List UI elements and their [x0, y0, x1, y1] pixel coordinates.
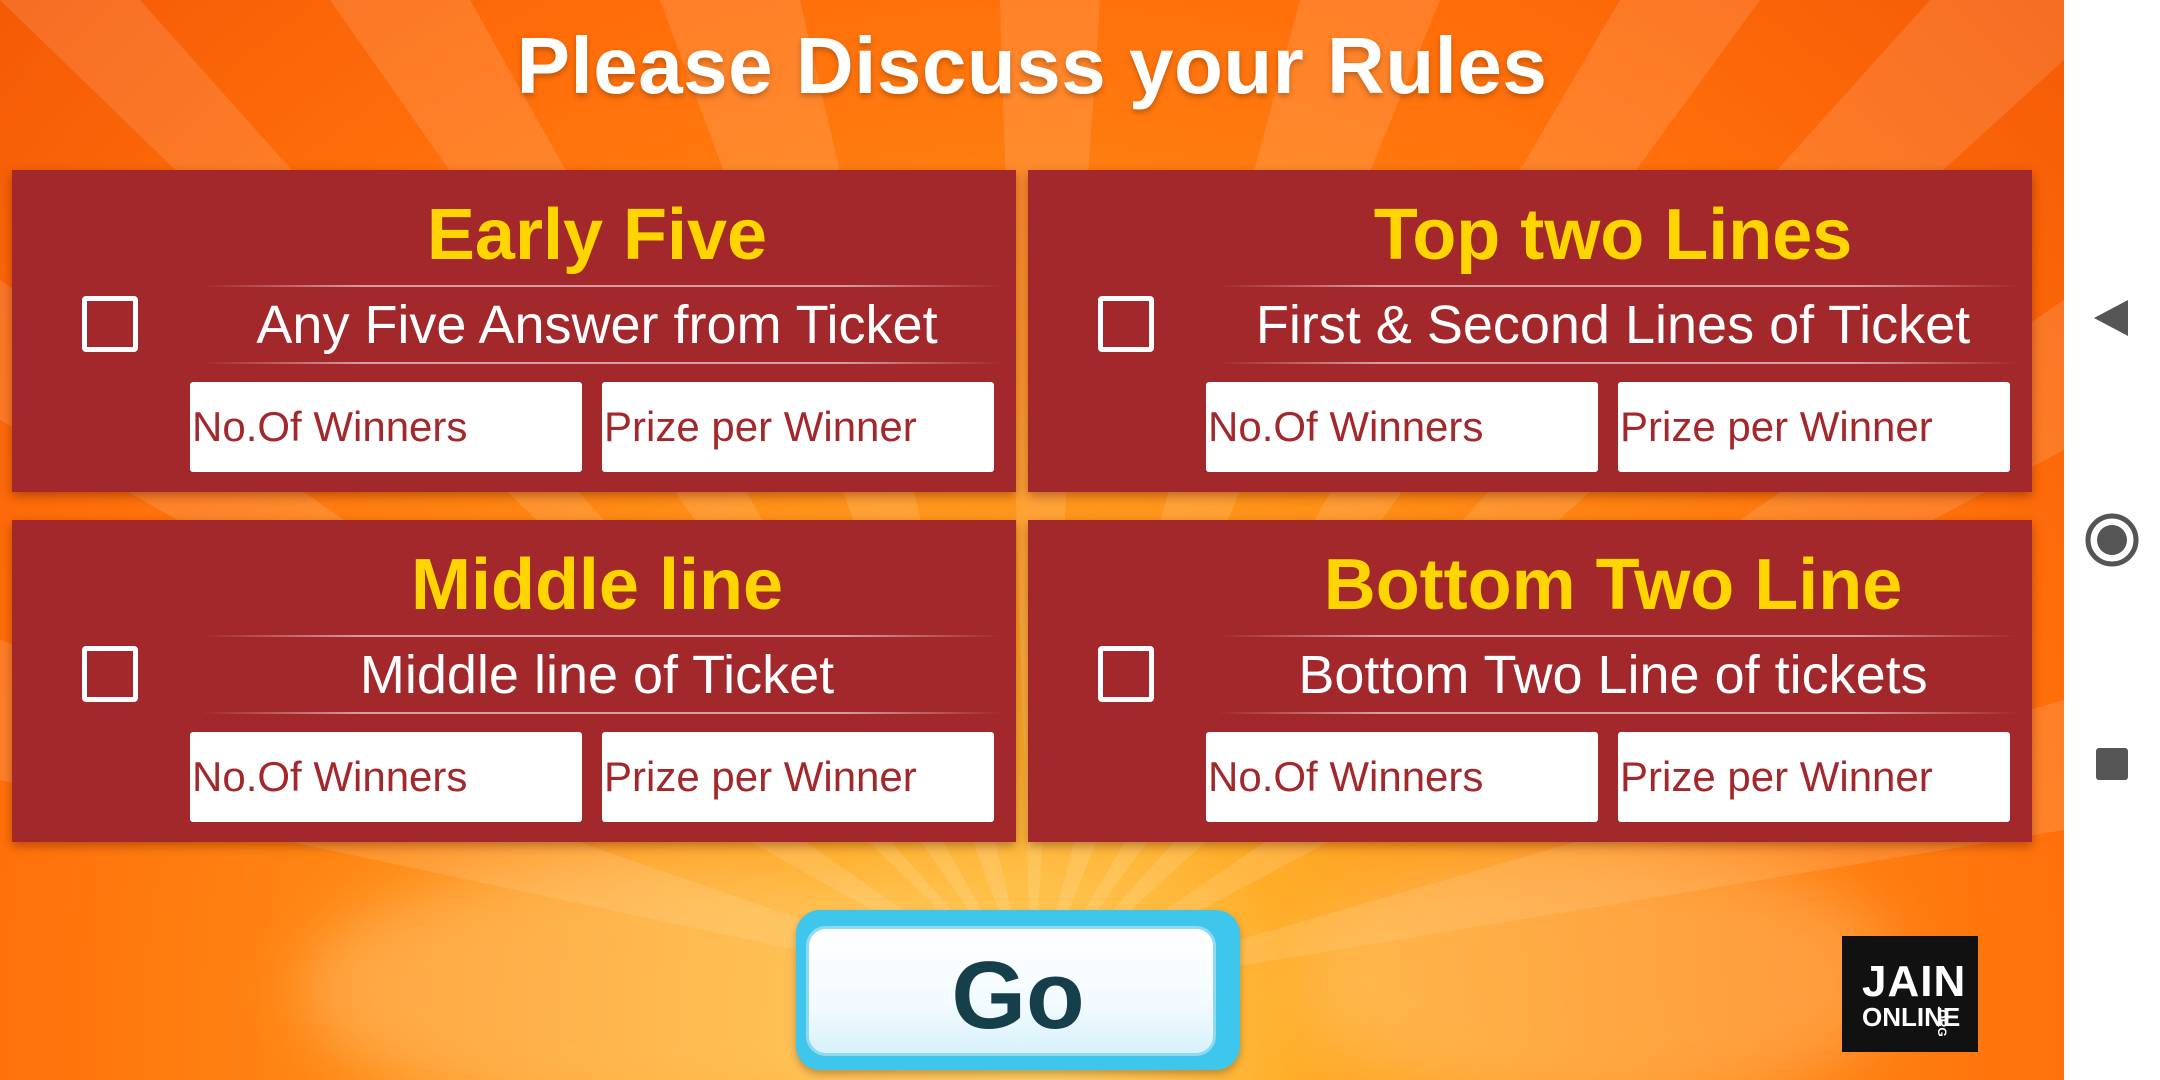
- rule-card-middle-line: Middle line Middle line of Ticket: [12, 520, 1016, 842]
- prize-input[interactable]: [1618, 382, 2010, 472]
- prize-input[interactable]: [1618, 732, 2010, 822]
- rule-checkbox[interactable]: [1098, 296, 1154, 352]
- divider: [1218, 362, 2018, 364]
- divider: [1218, 712, 2018, 714]
- divider: [1218, 285, 2018, 287]
- prize-input[interactable]: [602, 732, 994, 822]
- divider: [202, 635, 1002, 637]
- divider: [202, 712, 1002, 714]
- rule-checkbox[interactable]: [82, 646, 138, 702]
- divider: [1218, 635, 2018, 637]
- rule-description: Middle line of Ticket: [359, 645, 835, 705]
- logo-text-org: .ORG: [1935, 1006, 1949, 1037]
- go-button[interactable]: Go: [796, 910, 1240, 1070]
- divider: [202, 285, 1002, 287]
- system-nav-bar: [2064, 0, 2160, 1080]
- home-circle-icon[interactable]: [2080, 508, 2144, 572]
- rule-description: Any Five Answer from Ticket: [256, 295, 938, 355]
- rule-description: First & Second Lines of Ticket: [1255, 295, 1971, 355]
- winners-input[interactable]: [1206, 382, 1598, 472]
- rule-checkbox[interactable]: [82, 296, 138, 352]
- rule-card-early-five: Early Five Any Five Answer from Ticket: [12, 170, 1016, 492]
- winners-input[interactable]: [1206, 732, 1598, 822]
- divider: [202, 362, 1002, 364]
- rule-title: Bottom Two Line: [1323, 545, 1903, 625]
- recents-square-icon[interactable]: [2080, 732, 2144, 796]
- rule-description: Bottom Two Line of tickets: [1298, 645, 1928, 705]
- logo-text-jain: JAIN: [1862, 957, 1967, 1006]
- jain-online-logo: JAIN ONLINE .ORG: [1842, 936, 1978, 1052]
- rule-title: Early Five: [426, 195, 768, 275]
- rule-checkbox[interactable]: [1098, 646, 1154, 702]
- page-title: Please Discuss your Rules: [516, 21, 1548, 110]
- rule-card-bottom-two-line: Bottom Two Line Bottom Two Line of ticke…: [1028, 520, 2032, 842]
- back-triangle-icon[interactable]: [2080, 286, 2144, 350]
- go-button-label: Go: [951, 942, 1085, 1049]
- winners-input[interactable]: [190, 732, 582, 822]
- rule-title: Top two Lines: [1373, 195, 1853, 275]
- winners-input[interactable]: [190, 382, 582, 472]
- rule-title: Middle line: [410, 545, 784, 625]
- prize-input[interactable]: [602, 382, 994, 472]
- rule-card-top-two-lines: Top two Lines First & Second Lines of Ti…: [1028, 170, 2032, 492]
